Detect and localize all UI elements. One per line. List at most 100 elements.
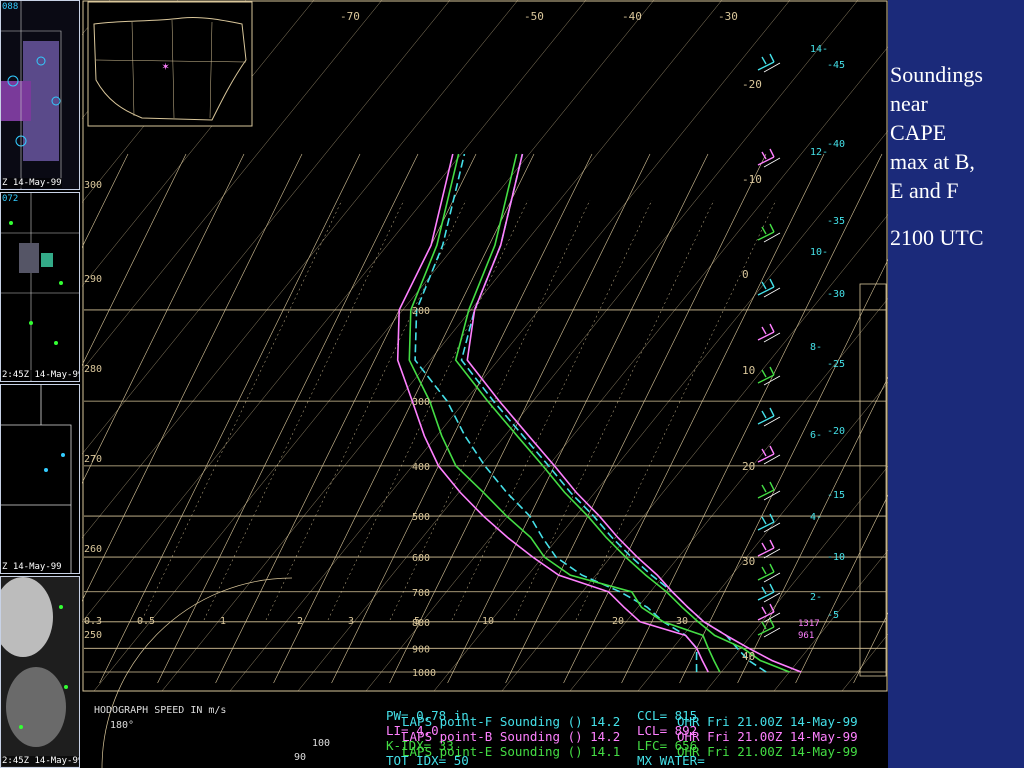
wind-barb <box>763 612 781 623</box>
caption-line: near <box>890 91 928 116</box>
height-c-label: -45 <box>827 60 845 71</box>
legend-point-e: LAPS point-E Sounding () 14.1 <box>402 744 621 759</box>
satellite-graphic <box>1 577 68 747</box>
isotherm-label: -50 <box>524 10 544 23</box>
isotherm-grid <box>82 153 888 684</box>
wind-barb <box>763 522 781 533</box>
thumbnail-timestamp: Z 14-May-99 <box>2 562 62 572</box>
dry-adiabat-label: 280 <box>84 364 102 375</box>
side-caption: Soundings near CAPE max at B, E and F 21… <box>890 60 1020 270</box>
mixing-ratio-label: 30 <box>676 616 688 627</box>
height-c-label: -25 <box>827 359 845 370</box>
isotherm-line <box>737 376 888 684</box>
isobar-label: 700 <box>412 588 430 599</box>
thumbnail-timestamp: 2:45Z 14-May-99 <box>2 756 79 766</box>
thumbnail-radar-1[interactable]: 088 Z 14-May-99 <box>0 0 80 190</box>
legend-point-b: LAPS point-B Sounding () 14.2 <box>402 729 621 744</box>
isotherm-label: -70 <box>340 10 360 23</box>
height-c-label: -5 <box>827 610 839 621</box>
wind-barb <box>763 572 781 583</box>
caption-time: 2100 UTC <box>890 225 984 250</box>
thumbnail-label: 072 <box>2 194 19 204</box>
caption-line: E and F <box>890 178 959 203</box>
isotherm-line <box>505 153 767 684</box>
inset-station-marker: ✶ <box>162 59 169 73</box>
thumbnail-radar-2[interactable]: 072 2:45Z 14-May-99 <box>0 192 80 382</box>
isobar-label: 1000 <box>412 668 436 679</box>
legend-point-f: LAPS point-F Sounding () 14.2 <box>402 714 621 729</box>
isotherm-line <box>795 494 888 684</box>
isotherm-label: -10 <box>742 173 762 186</box>
dry-adiabat-line <box>773 549 888 692</box>
isotherm-line <box>99 153 361 684</box>
isobar-label: 500 <box>412 512 430 523</box>
height-c-label: -40 <box>827 139 845 150</box>
wind-barb <box>763 287 781 298</box>
hodograph-label: HODOGRAPH SPEED IN m/s <box>94 705 227 716</box>
caption-title: Soundings near CAPE max at B, E and F <box>890 60 1020 205</box>
wind-barb <box>763 627 781 638</box>
skewt-panel: 200 300 400 500 600 700 800 900 1000 -70 -50 -40 -30… <box>82 0 888 768</box>
series-line-laps-point-f-temp <box>460 153 767 673</box>
thumbnail-map-3[interactable]: Z 14-May-99 <box>0 384 80 574</box>
mixing-ratio-label: 10 <box>482 616 494 627</box>
wind-barb <box>763 416 781 427</box>
thumbnail-strip: 088 Z 14-May-99 072 2:45Z 14-May-99 Z 14… <box>0 0 82 768</box>
wind-barb <box>763 592 781 603</box>
caption-line: CAPE <box>890 120 947 145</box>
isobar-label: 600 <box>412 553 430 564</box>
dry-adiabat-label: 300 <box>84 180 102 191</box>
isotherm-label: -30 <box>718 10 738 23</box>
outline-map-graphic <box>1 385 72 573</box>
mixing-ratio-label: 20 <box>612 616 624 627</box>
mixing-ratio-label: 2 <box>297 616 303 627</box>
hodo-tick-0: 180° <box>110 720 135 731</box>
isobar-label: 900 <box>412 644 430 655</box>
height-c-label: -20 <box>827 426 845 437</box>
series-line-laps-point-e-temp <box>454 153 790 673</box>
caption-line: max at B, <box>890 149 975 174</box>
height-c-label: -35 <box>827 216 845 227</box>
dry-adiabat-label: 260 <box>84 544 102 555</box>
height-scale-box <box>859 283 887 677</box>
legend-time-f: OHR Fri 21.00Z 14-May-99 <box>677 714 858 729</box>
wind-barb <box>763 157 781 168</box>
mixing-ratio-label: 0.5 <box>137 616 155 627</box>
dry-adiabat-line <box>705 466 888 692</box>
height-c-label: -10 <box>827 552 845 563</box>
dry-adiabat-label: 250 <box>84 630 102 641</box>
wind-barb <box>763 232 781 243</box>
caption-line: Soundings <box>890 62 983 87</box>
isotherm-line <box>389 153 651 684</box>
wind-barb <box>763 548 781 559</box>
isotherm-line <box>82 153 187 366</box>
legend-time-b: OHR Fri 21.00Z 14-May-99 <box>677 729 858 744</box>
isotherm-label: 20 <box>742 460 755 473</box>
bottom-label: 961 <box>798 631 814 641</box>
isotherm-label: 30 <box>742 555 755 568</box>
thumbnail-timestamp: 2:45Z 14-May-99 <box>2 370 79 380</box>
dry-adiabat-line <box>501 214 888 692</box>
height-km-label: 4- <box>810 512 822 523</box>
sounding-series <box>396 153 802 673</box>
mixing-ratio-label: 3 <box>348 616 354 627</box>
thumbnail-timestamp: Z 14-May-99 <box>2 178 62 188</box>
station-map-graphic <box>1 193 79 381</box>
isotherm-line <box>82 153 303 602</box>
isotherm-line <box>82 153 129 249</box>
isotherm-line <box>273 153 535 684</box>
isotherm-line <box>679 258 888 684</box>
height-km-label: 6- <box>810 430 822 441</box>
dry-adiabat-line <box>229 0 791 692</box>
height-km-label: 2- <box>810 592 822 603</box>
isotherm-label: 0 <box>742 268 749 281</box>
bottom-label: 1317 <box>798 619 820 629</box>
mixing-ratio-label: 0.3 <box>84 616 102 627</box>
isotherm-label: 40 <box>742 650 755 663</box>
isotherm-line <box>82 153 245 484</box>
series-line-laps-point-e-dew <box>408 153 721 673</box>
radar-map-graphic <box>1 1 62 189</box>
isotherm-label: -20 <box>742 78 762 91</box>
thumbnail-satellite-4[interactable]: 2:45Z 14-May-99 <box>0 576 80 768</box>
isobar-label: 400 <box>412 462 430 473</box>
